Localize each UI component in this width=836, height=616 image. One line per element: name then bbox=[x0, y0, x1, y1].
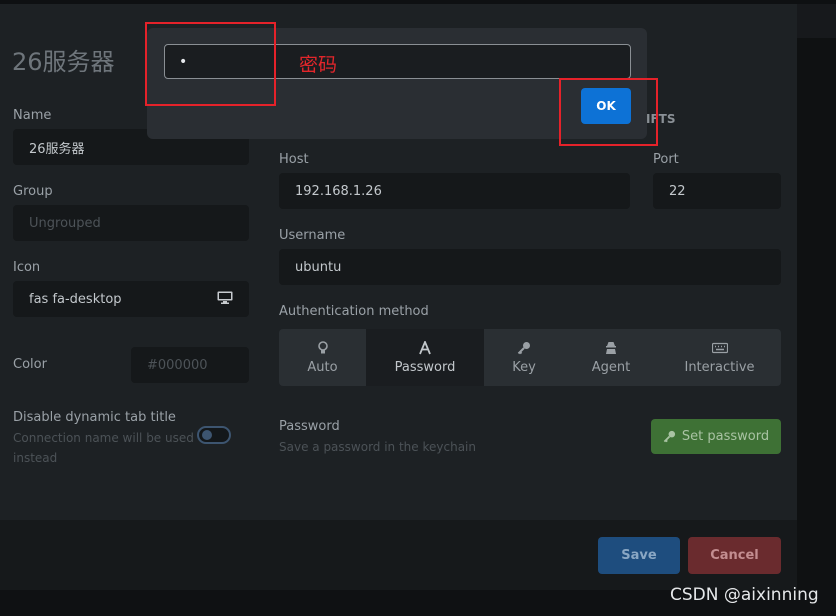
auth-option-agent[interactable]: Agent bbox=[564, 329, 658, 386]
save-button[interactable]: Save bbox=[598, 537, 680, 574]
annotation-box-ok bbox=[559, 78, 658, 146]
annotation-box-input bbox=[145, 22, 276, 106]
host-label: Host bbox=[279, 152, 309, 167]
set-password-button[interactable]: Set password bbox=[651, 419, 781, 454]
dynamic-title-toggle[interactable] bbox=[197, 426, 231, 444]
toggle-knob bbox=[202, 430, 212, 440]
lightbulb-icon bbox=[317, 340, 328, 353]
name-label: Name bbox=[13, 108, 52, 123]
group-label: Group bbox=[13, 184, 53, 199]
username-label: Username bbox=[279, 228, 346, 243]
port-label: Port bbox=[653, 152, 679, 167]
auth-option-interactive-label: Interactive bbox=[684, 359, 755, 375]
cancel-button[interactable]: Cancel bbox=[688, 537, 781, 574]
dynamic-title-label: Disable dynamic tab title bbox=[13, 410, 176, 425]
icon-input[interactable]: fas fa-desktop bbox=[13, 281, 249, 317]
auth-option-key[interactable]: Key bbox=[484, 329, 564, 386]
set-password-label: Set password bbox=[681, 429, 770, 444]
background-right-edge bbox=[797, 38, 836, 616]
page-title: 26服务器 bbox=[12, 48, 115, 76]
password-label: Password bbox=[279, 419, 340, 434]
port-input[interactable]: 22 bbox=[653, 173, 781, 209]
icon-label: Icon bbox=[13, 260, 41, 275]
color-input[interactable]: #000000 bbox=[131, 347, 249, 383]
color-label: Color bbox=[13, 357, 47, 372]
dynamic-title-hint-2: instead bbox=[13, 451, 58, 465]
user-secret-icon bbox=[606, 341, 616, 354]
username-input[interactable]: ubuntu bbox=[279, 249, 781, 285]
dynamic-title-hint-1: Connection name will be used bbox=[13, 431, 194, 445]
password-hint: Save a password in the keychain bbox=[279, 440, 476, 454]
font-a-icon bbox=[419, 340, 431, 354]
auth-method-label: Authentication method bbox=[279, 304, 429, 319]
desktop-icon bbox=[217, 291, 233, 304]
host-input[interactable]: 192.168.1.26 bbox=[279, 173, 630, 209]
auth-method-selector: Auto Password Key Agent Interactive bbox=[279, 329, 781, 386]
annotation-label: 密码 bbox=[299, 54, 338, 76]
keyboard-icon bbox=[711, 342, 728, 353]
key-icon bbox=[517, 341, 530, 354]
auth-option-auto-label: Auto bbox=[307, 359, 338, 375]
auth-option-key-label: Key bbox=[512, 359, 536, 375]
watermark: CSDN @aixinning bbox=[670, 585, 819, 605]
auth-option-password[interactable]: Password bbox=[366, 329, 484, 386]
auth-option-agent-label: Agent bbox=[591, 359, 631, 375]
auth-option-interactive[interactable]: Interactive bbox=[658, 329, 781, 386]
group-input[interactable]: Ungrouped bbox=[13, 205, 249, 241]
icon-input-value: fas fa-desktop bbox=[29, 291, 122, 307]
auth-option-auto[interactable]: Auto bbox=[279, 329, 366, 386]
auth-option-password-label: Password bbox=[394, 359, 456, 375]
key-icon bbox=[663, 430, 675, 443]
